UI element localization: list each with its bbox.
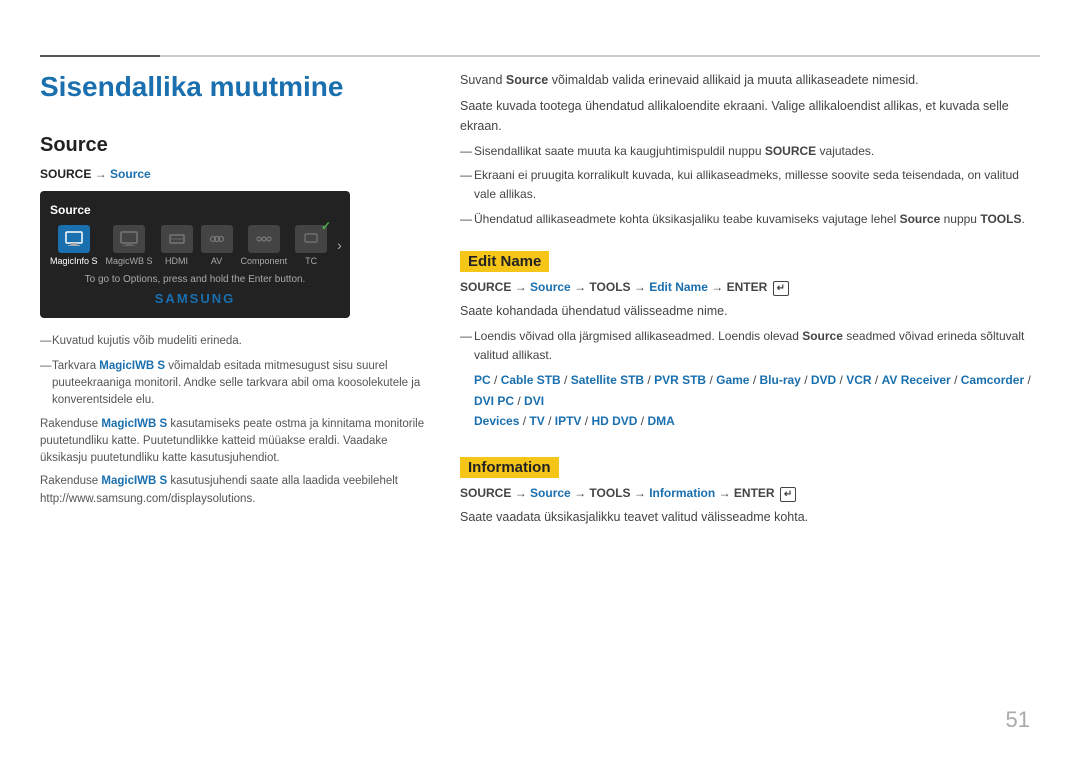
source-path-text: SOURCE [40,167,91,181]
source-icon-magicinfo: MagicInfo S [50,225,98,266]
note-source-remote: Sisendallikat saate muuta ka kaugjuhtimi… [460,142,1040,161]
source-box-title: Source [50,203,340,217]
source-icon-hdmi: HDMI [161,225,193,266]
source-scroll-arrow: › [337,237,342,253]
note-source-tools: Ühendatud allikaseadmete kohta üksikasja… [460,210,1040,229]
top-separator-line [40,55,1040,57]
source-path-link: Source [110,167,151,181]
source-icon-tc: ✓ TC [295,225,327,266]
right-desc-1: Suvand Source võimaldab valida erinevaid… [460,70,1040,90]
samsung-logo: SAMSUNG [50,291,340,306]
edit-name-cmd: SOURCE → Source → TOOLS → Edit Name → EN… [460,280,1040,296]
edit-name-desc: Saate kohandada ühendatud välisseadme ni… [460,301,1040,321]
source-icons-row: MagicInfo S MagicWB S [50,225,340,266]
right-column: Suvand Source võimaldab valida erinevaid… [460,70,1040,533]
note-magicwb-1: — Tarkvara MagicIWB S võimaldab esitada … [40,358,430,410]
left-column: Sisendallika muutmine Source SOURCE → So… [40,70,430,514]
page-number: 51 [1006,707,1030,733]
note-source-wrong: Ekraani ei pruugita korralikult kuvada, … [460,166,1040,204]
source-preview-box: Source MagicInfo S [40,191,350,318]
edit-name-section: Edit Name SOURCE → Source → TOOLS → Edit… [460,243,1040,432]
enter-icon-editname: ↵ [773,281,789,296]
information-section: Information SOURCE → Source → TOOLS → In… [460,449,1040,527]
source-icon-magicwb: MagicWB S [106,225,153,266]
note-magicwb-3: Rakenduse MagicIWB S kasutusjuhendi saat… [40,473,430,508]
source-path: SOURCE → Source [40,167,430,181]
source-icon-av: AV [201,225,233,266]
source-instruction: To go to Options, press and hold the Ent… [50,274,340,285]
source-icon-component: Component [241,225,288,266]
information-cmd: SOURCE → Source → TOOLS → Information → … [460,486,1040,502]
device-links: PC / Cable STB / Satellite STB / PVR STB… [460,370,1040,431]
enter-icon-info: ↵ [780,487,796,502]
information-heading: Information [460,457,559,478]
top-accent-line [40,55,160,57]
edit-name-heading: Edit Name [460,251,549,272]
section-title-source: Source [40,134,430,157]
information-desc: Saate vaadata üksikasjalikku teavet vali… [460,507,1040,527]
page-title: Sisendallika muutmine [40,70,430,104]
note-kujutis: Kuvatud kujutis võib mudeliti erineda. [40,333,430,350]
right-desc-2: Saate kuvada tootega ühendatud allikaloe… [460,96,1040,136]
edit-name-note: Loendis võivad olla järgmised allikasead… [460,327,1040,365]
note-magicwb-2: Rakenduse MagicIWB S kasutamiseks peate … [40,416,430,468]
